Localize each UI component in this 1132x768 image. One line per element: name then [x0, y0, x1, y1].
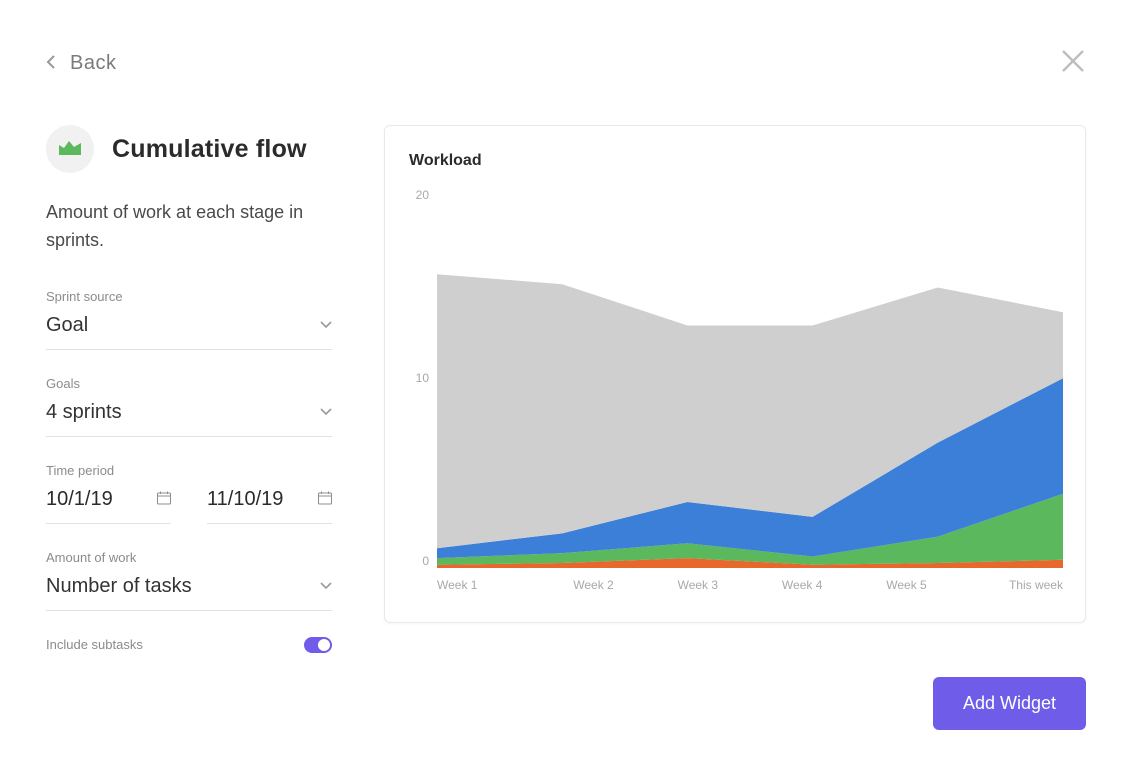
- back-label: Back: [70, 52, 116, 75]
- time-period-label: Time period: [46, 463, 332, 478]
- sprint-source-value: Goal: [46, 314, 88, 337]
- time-period-field: Time period 10/1/19 11/10/19: [46, 463, 332, 524]
- close-icon: [1060, 61, 1086, 78]
- chart-x-axis-labels: Week 1Week 2Week 3Week 4Week 5This week: [437, 578, 1063, 592]
- calendar-icon: [157, 488, 171, 511]
- date-to-value: 11/10/19: [207, 488, 283, 511]
- goals-select[interactable]: 4 sprints: [46, 401, 332, 424]
- page-title: Cumulative flow: [112, 135, 307, 164]
- chart-title: Workload: [409, 152, 1063, 170]
- amount-value: Number of tasks: [46, 575, 192, 598]
- amount-label: Amount of work: [46, 550, 332, 565]
- goals-field: Goals 4 sprints: [46, 376, 332, 437]
- sprint-source-select[interactable]: Goal: [46, 314, 332, 337]
- chevron-left-icon: [46, 52, 56, 75]
- chevron-down-icon: [320, 403, 332, 421]
- back-button[interactable]: Back: [46, 52, 116, 75]
- calendar-icon: [318, 488, 332, 511]
- date-from-input[interactable]: 10/1/19: [46, 488, 171, 524]
- include-subtasks-label: Include subtasks: [46, 637, 143, 652]
- add-widget-button[interactable]: Add Widget: [933, 677, 1086, 730]
- chart-type-icon-wrap: [46, 125, 94, 173]
- chevron-down-icon: [320, 316, 332, 334]
- goals-value: 4 sprints: [46, 401, 122, 424]
- chart-y-axis-labels: 20100: [407, 188, 437, 568]
- sprint-source-field: Sprint source Goal: [46, 289, 332, 350]
- date-from-value: 10/1/19: [46, 488, 113, 511]
- chevron-down-icon: [320, 577, 332, 595]
- amount-field: Amount of work Number of tasks: [46, 550, 332, 611]
- include-subtasks-toggle[interactable]: [304, 637, 332, 653]
- chart-plot: [437, 188, 1063, 568]
- include-subtasks-field: Include subtasks: [46, 637, 332, 653]
- sprint-source-label: Sprint source: [46, 289, 332, 304]
- close-button[interactable]: [1060, 48, 1086, 79]
- page-description: Amount of work at each stage in sprints.: [46, 199, 332, 255]
- config-panel: Cumulative flow Amount of work at each s…: [46, 125, 332, 653]
- goals-label: Goals: [46, 376, 332, 391]
- chart-card: Workload 20100 Week 1Week 2Week 3Week 4W…: [384, 125, 1086, 623]
- amount-select[interactable]: Number of tasks: [46, 575, 332, 598]
- date-to-input[interactable]: 11/10/19: [207, 488, 332, 524]
- area-chart-icon: [59, 139, 81, 160]
